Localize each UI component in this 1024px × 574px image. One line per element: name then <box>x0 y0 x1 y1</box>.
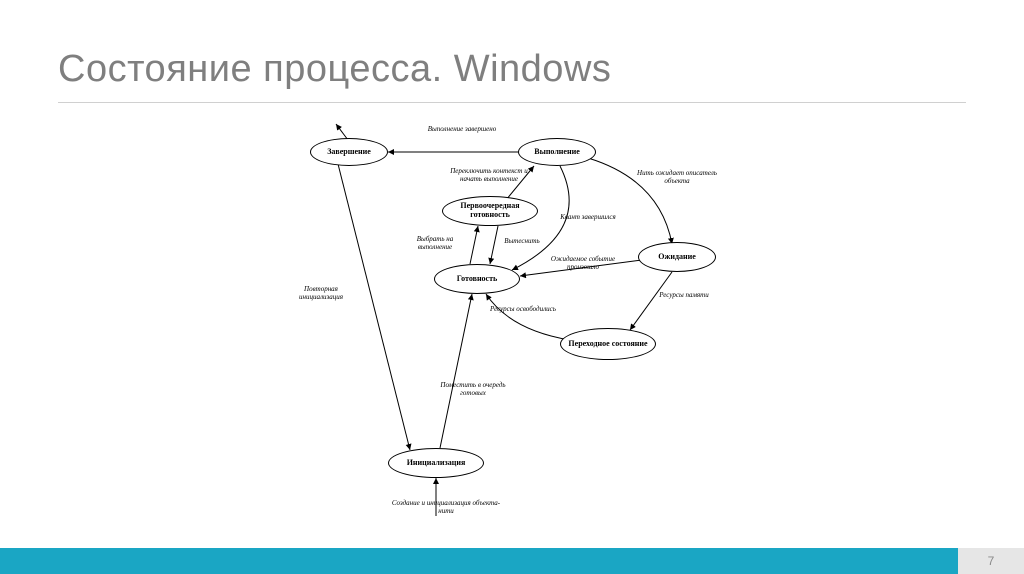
slide: Состояние процесса. Windows <box>0 0 1024 574</box>
state-transition: Переходное состояние <box>560 328 656 360</box>
edge-quantum-done: Квант завершился <box>558 214 618 222</box>
state-execution: Выполнение <box>518 138 596 166</box>
edge-exec-done: Выполнение завершено <box>422 126 502 134</box>
state-initialization: Инициализация <box>388 448 484 478</box>
state-ready: Готовность <box>434 264 520 294</box>
edge-resources-freed: Ресурсы освободились <box>488 306 558 314</box>
slide-title: Состояние процесса. Windows <box>58 48 611 91</box>
edge-preempt: Вытеснить <box>498 238 546 246</box>
state-termination: Завершение <box>310 138 388 166</box>
footer-bar <box>0 548 1024 574</box>
state-diagram: Завершение Выполнение Первоочередная гот… <box>240 120 800 530</box>
edge-enqueue: Поместить в очередь готовых <box>436 382 510 397</box>
title-underline <box>58 102 966 103</box>
edge-thread-waits: Нить ожидает описатель объекта <box>632 170 722 185</box>
edge-reinit: Повторная инициализация <box>286 286 356 301</box>
edge-select-exec: Выбрать на выполнение <box>404 236 466 251</box>
edge-memory-resources: Ресурсы памяти <box>658 292 710 300</box>
edge-create-init: Создание и инициализация объекта-нити <box>386 500 506 515</box>
page-number: 7 <box>958 548 1024 574</box>
state-waiting: Ожидание <box>638 242 716 272</box>
edge-event-occurred: Ожидаемое событие произошло <box>546 256 620 271</box>
edge-switch-context: Переключить контекст и начать выполнение <box>444 168 534 183</box>
state-priority-ready: Первоочередная готовность <box>442 196 538 226</box>
